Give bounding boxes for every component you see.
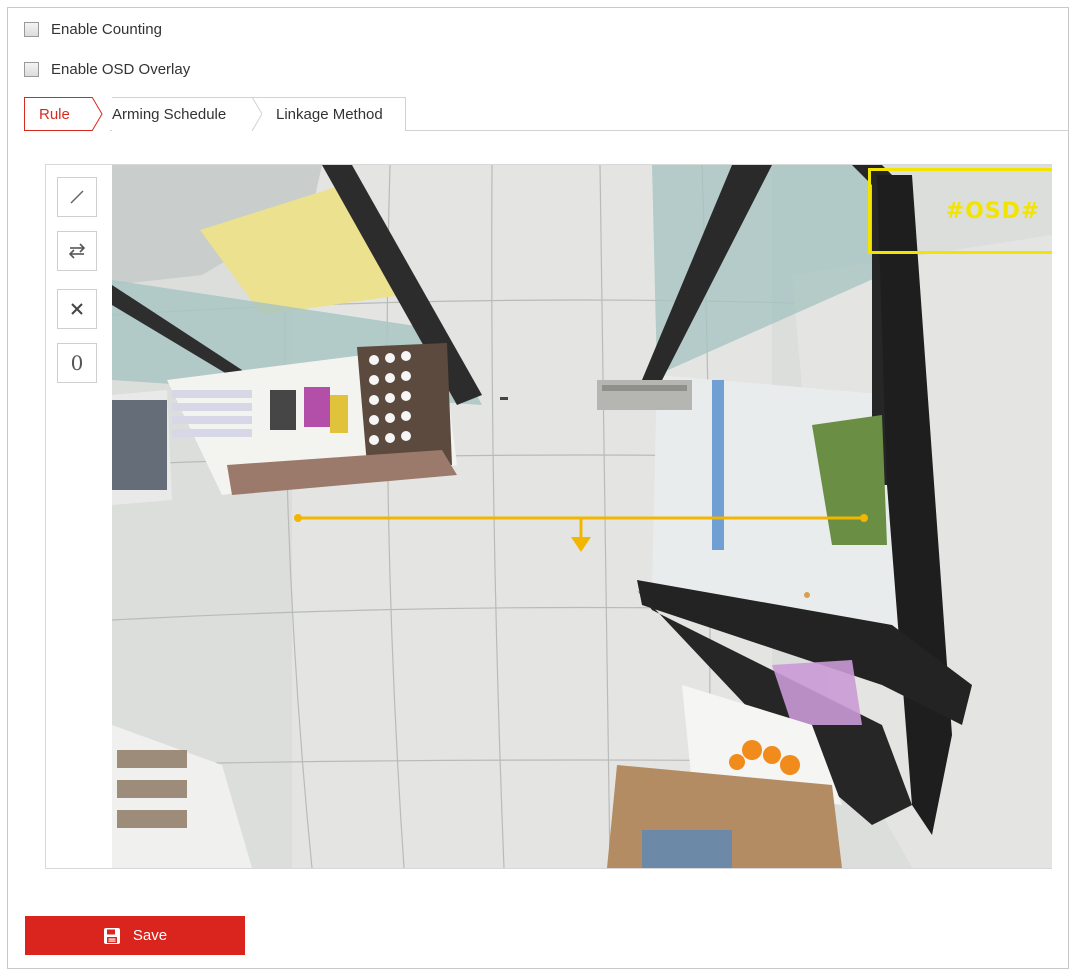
enable-counting-checkbox[interactable] [24, 22, 39, 37]
enable-counting-label: Enable Counting [51, 21, 162, 38]
drawing-toolbar: 0 [46, 165, 112, 868]
tab-rule-chevron [92, 97, 110, 131]
line-draw-icon [70, 190, 84, 204]
draw-line-button[interactable] [57, 177, 97, 217]
enable-counting-row[interactable]: Enable Counting [24, 21, 162, 38]
enable-osd-checkbox[interactable] [24, 62, 39, 77]
camera-scene [112, 165, 1052, 868]
rule-editor: 0 #OSD# [45, 164, 1052, 869]
save-button-label: Save [132, 927, 168, 944]
tab-arming-schedule-label: Arming Schedule [112, 106, 227, 123]
clear-button[interactable] [57, 289, 97, 329]
osd-overlay-box[interactable]: #OSD# [868, 168, 1052, 254]
counter-value: 0 [70, 351, 84, 375]
tab-linkage-method-label: Linkage Method [276, 106, 383, 123]
counter-reset-button[interactable]: 0 [57, 343, 97, 383]
tab-arming-schedule[interactable]: Arming Schedule [112, 97, 262, 131]
live-video[interactable]: #OSD# [112, 165, 1052, 868]
save-icon [103, 927, 120, 944]
save-button[interactable]: Save [25, 916, 245, 955]
swap-direction-button[interactable] [57, 231, 97, 271]
enable-osd-label: Enable OSD Overlay [51, 61, 191, 78]
osd-text: #OSD# [945, 199, 1041, 224]
clear-icon [71, 303, 83, 315]
tab-rule[interactable]: Rule [24, 97, 94, 131]
tab-rule-label: Rule [39, 105, 70, 123]
enable-osd-row[interactable]: Enable OSD Overlay [24, 61, 190, 78]
swap-direction-icon [68, 243, 86, 259]
tab-linkage-method[interactable]: Linkage Method [262, 97, 406, 131]
tab-bar: Rule Arming Schedule Linkage Method [24, 97, 1068, 131]
